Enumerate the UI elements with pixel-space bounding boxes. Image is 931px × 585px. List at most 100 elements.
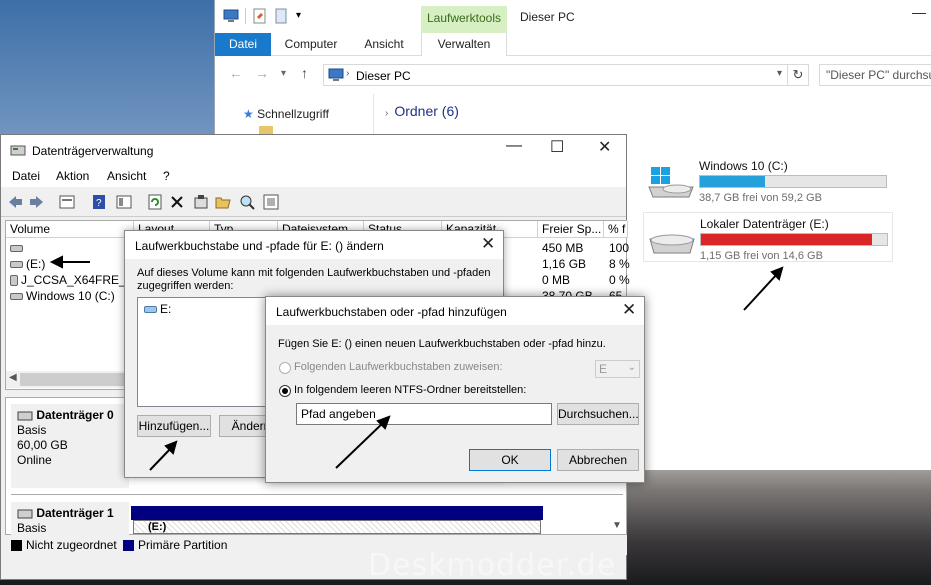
nav-item-quick-access[interactable]: ★ Schnellzugriff: [243, 107, 329, 121]
close-button[interactable]: ✕: [598, 137, 611, 157]
legend-primary: Primäre Partition: [123, 538, 227, 552]
column-header-free-space[interactable]: Freier Sp...: [538, 221, 604, 238]
scroll-down-icon[interactable]: ▼: [612, 520, 622, 531]
forward-arrow-icon[interactable]: →: [255, 65, 269, 81]
drive-e[interactable]: Lokaler Datenträger (E:) 1,15 GB frei vo…: [643, 212, 893, 262]
forward-icon[interactable]: [29, 194, 45, 210]
radio-mount-folder[interactable]: [279, 385, 291, 397]
scroll-left-icon[interactable]: ◀: [9, 372, 17, 383]
address-row: ← → ▾ ↑ › Dieser PC ▾ ↻ "Dieser PC" durc…: [215, 60, 931, 88]
disk-icon: [17, 411, 33, 421]
volume-icon: [10, 245, 23, 253]
menu-bar: Datei Aktion Ansicht ?: [1, 165, 626, 187]
dialog-title: Laufwerkbuchstabe und -pfade für E: () ä…: [135, 239, 384, 253]
column-header-free-percent[interactable]: % f: [604, 221, 628, 238]
close-icon[interactable]: ✕: [622, 300, 636, 320]
drive-letter-select[interactable]: E ⌄: [595, 360, 640, 378]
refresh-button[interactable]: ↻: [787, 64, 809, 86]
minimize-button[interactable]: —: [912, 4, 926, 20]
drive-e-free-text: 1,15 GB frei von 14,6 GB: [700, 250, 823, 262]
windows-drive-icon: [648, 167, 694, 198]
folder-path-input[interactable]: Pfad angeben: [296, 403, 552, 425]
free-percent-cell: 8 %: [609, 257, 630, 271]
tab-computer[interactable]: Computer: [279, 33, 343, 56]
maximize-button[interactable]: ☐: [550, 137, 564, 157]
refresh-icon[interactable]: [147, 194, 163, 210]
context-tab-drive-tools[interactable]: Laufwerktools: [421, 6, 507, 33]
tab-file[interactable]: Datei: [215, 33, 271, 56]
help-icon[interactable]: ?: [91, 194, 107, 210]
disk-management-icon: [10, 145, 26, 156]
address-bar[interactable]: › Dieser PC ▾: [323, 64, 809, 86]
folder-icon: [259, 126, 273, 134]
partition-e[interactable]: (E:): [133, 520, 541, 534]
cancel-button[interactable]: Abbrechen: [557, 449, 639, 471]
menu-action[interactable]: Aktion: [56, 169, 89, 183]
column-header-volume[interactable]: Volume: [6, 221, 134, 238]
add-button[interactable]: Hinzufügen...: [137, 415, 211, 437]
close-icon[interactable]: ✕: [481, 234, 495, 254]
delete-icon[interactable]: [169, 194, 185, 210]
minimize-button[interactable]: —: [506, 137, 522, 155]
disk-1-label[interactable]: Datenträger 1 Basis: [11, 502, 129, 536]
computer-icon[interactable]: [223, 8, 239, 24]
ok-button[interactable]: OK: [469, 449, 551, 471]
breadcrumb-chevron-icon[interactable]: ›: [346, 68, 349, 79]
refresh-icon: ↻: [792, 67, 804, 82]
explore-icon[interactable]: [239, 194, 255, 210]
tab-manage[interactable]: Verwalten: [421, 33, 507, 56]
drive-icon: [649, 234, 695, 254]
drive-e-name: Lokaler Datenträger (E:): [700, 217, 829, 231]
scrollbar-thumb[interactable]: [20, 373, 128, 386]
properties-icon[interactable]: [193, 194, 209, 210]
menu-file[interactable]: Datei: [12, 169, 40, 183]
browse-button[interactable]: Durchsuchen...: [557, 403, 639, 425]
new-folder-icon[interactable]: [274, 8, 290, 24]
disk-0-label[interactable]: Datenträger 0 Basis 60,00 GB Online: [11, 404, 129, 488]
dialog-title: Laufwerkbuchstaben oder -pfad hinzufügen: [276, 305, 507, 319]
panel-icon[interactable]: [116, 194, 132, 210]
drive-c-usage-bar: [699, 175, 887, 188]
folders-group-header[interactable]: › Ordner (6): [385, 103, 459, 119]
volume-row[interactable]: [10, 241, 26, 255]
chevron-right-icon: ›: [385, 108, 389, 119]
up-arrow-icon[interactable]: ↑: [301, 65, 308, 81]
volume-row-e[interactable]: (E:): [10, 257, 45, 271]
dialog-intro: Fügen Sie E: () einen neuen Laufwerkbuch…: [278, 338, 606, 350]
search-input[interactable]: "Dieser PC" durchsuchen: [819, 64, 931, 86]
settings-list-icon[interactable]: [263, 194, 279, 210]
menu-help[interactable]: ?: [163, 169, 170, 183]
free-percent-cell: 0 %: [609, 273, 630, 287]
volume-icon: [144, 306, 157, 314]
dialog-titlebar: Laufwerkbuchstaben oder -pfad hinzufügen…: [266, 297, 644, 325]
drive-c-free-text: 38,7 GB frei von 59,2 GB: [699, 192, 822, 204]
quick-access-toolbar: ▾: [223, 8, 301, 24]
tab-view[interactable]: Ansicht: [355, 33, 413, 56]
horizontal-scrollbar[interactable]: ◀: [6, 371, 131, 388]
list-item-e[interactable]: E:: [144, 302, 171, 316]
back-arrow-icon[interactable]: ←: [229, 65, 243, 81]
drive-c[interactable]: Windows 10 (C:) 38,7 GB frei von 59,2 GB: [643, 155, 893, 205]
disk-separator: [11, 494, 623, 495]
volume-icon: [10, 293, 23, 301]
toolbar: ?: [1, 187, 626, 217]
open-folder-icon[interactable]: [215, 194, 231, 210]
properties-icon[interactable]: [252, 8, 268, 24]
address-dropdown-icon[interactable]: ▾: [777, 68, 782, 79]
drive-e-usage-bar: [700, 233, 888, 246]
legend-unallocated: Nicht zugeordnet: [11, 538, 117, 552]
explorer-titlebar: ▾ Laufwerktools Dieser PC —: [215, 0, 931, 33]
customize-qa-icon[interactable]: ▾: [296, 8, 301, 24]
list-view-icon[interactable]: [59, 194, 75, 210]
partition-header-bar: [131, 506, 543, 520]
ribbon-tabs: Datei Computer Ansicht Verwalten: [215, 33, 931, 56]
volume-row-c[interactable]: Windows 10 (C:): [10, 289, 115, 303]
back-icon[interactable]: [7, 194, 23, 210]
window-title: Dieser PC: [520, 10, 575, 24]
volume-icon: [10, 261, 23, 269]
recent-dropdown-icon[interactable]: ▾: [281, 68, 286, 79]
radio-assign-letter[interactable]: [279, 362, 291, 374]
svg-text:?: ?: [96, 198, 102, 209]
drive-path-list[interactable]: E:: [137, 297, 277, 407]
menu-view[interactable]: Ansicht: [107, 169, 146, 183]
